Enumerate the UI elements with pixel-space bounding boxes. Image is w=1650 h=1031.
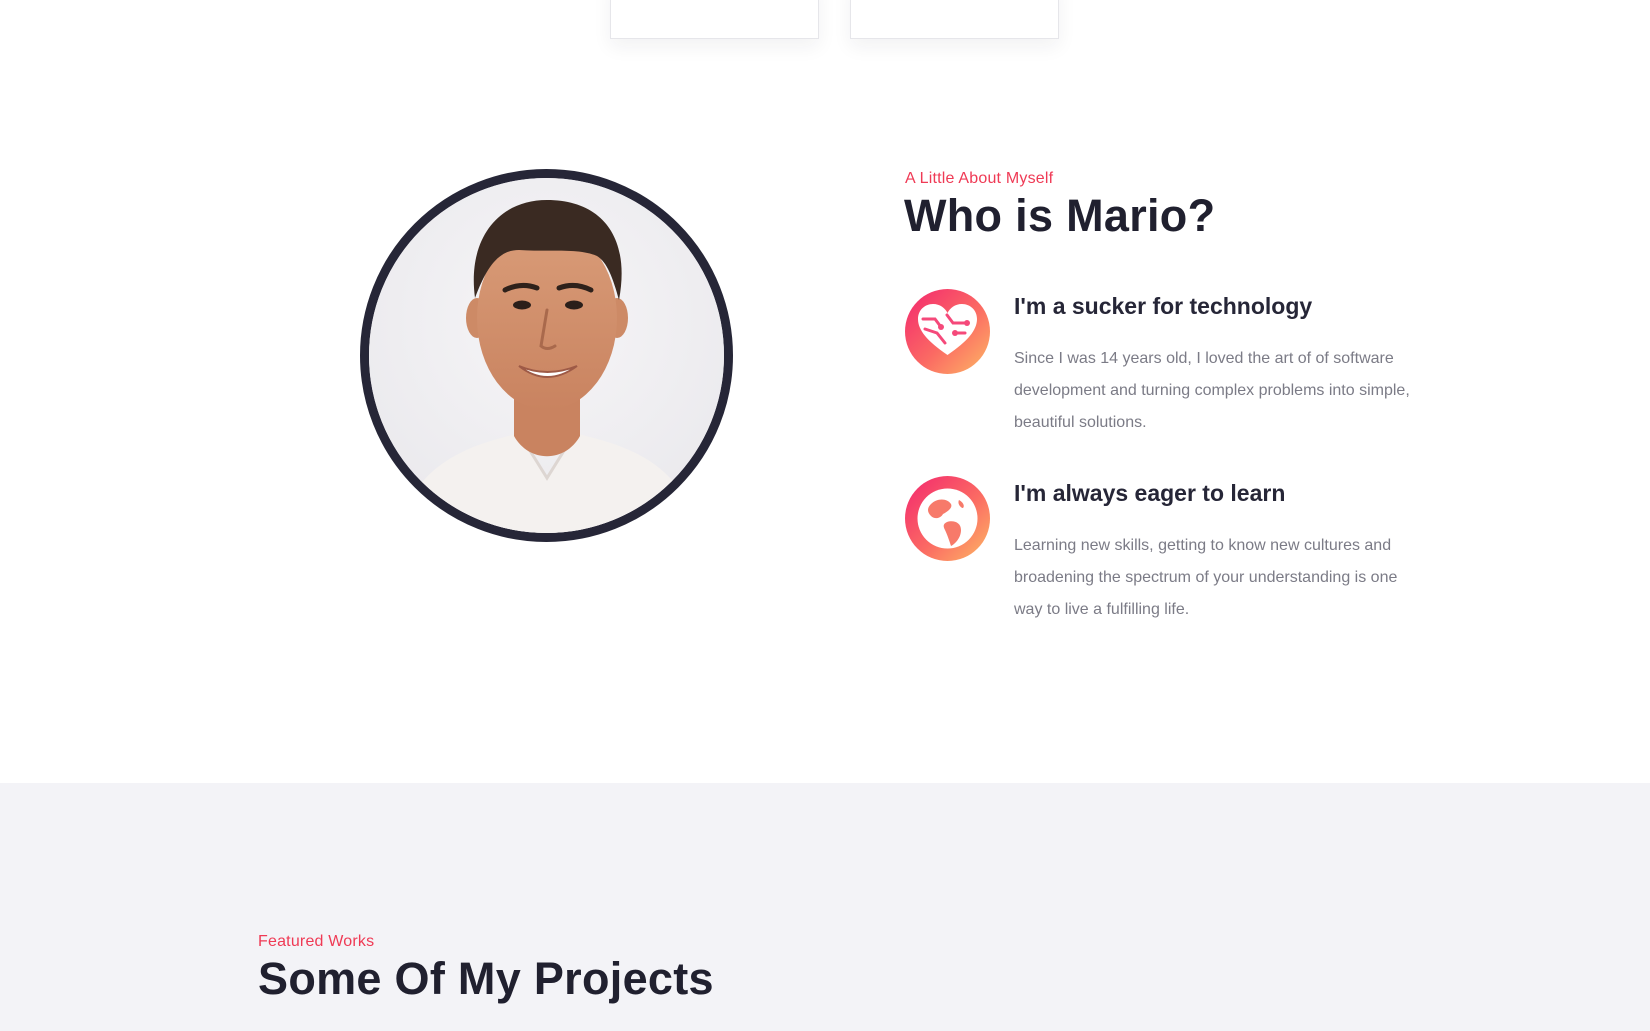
feature-heading: I'm a sucker for technology bbox=[1014, 293, 1313, 319]
about-eyebrow: A Little About Myself bbox=[905, 170, 1054, 187]
globe-icon bbox=[905, 476, 990, 561]
tech-heart-icon bbox=[905, 289, 990, 374]
feature-description: Learning new skills, getting to know new… bbox=[1014, 537, 1398, 618]
top-card-left[interactable] bbox=[610, 0, 819, 39]
feature-description: Since I was 14 years old, I loved the ar… bbox=[1014, 350, 1410, 431]
top-card-right[interactable] bbox=[850, 0, 1059, 39]
projects-section bbox=[0, 783, 1650, 1031]
projects-title: Some Of My Projects bbox=[258, 953, 714, 1004]
feature-heading: I'm always eager to learn bbox=[1014, 480, 1286, 506]
projects-eyebrow: Featured Works bbox=[258, 933, 375, 950]
page: A Little About Myself Who is Mario? I'm … bbox=[0, 0, 1650, 1031]
about-title: Who is Mario? bbox=[904, 190, 1216, 241]
profile-photo bbox=[360, 169, 733, 542]
